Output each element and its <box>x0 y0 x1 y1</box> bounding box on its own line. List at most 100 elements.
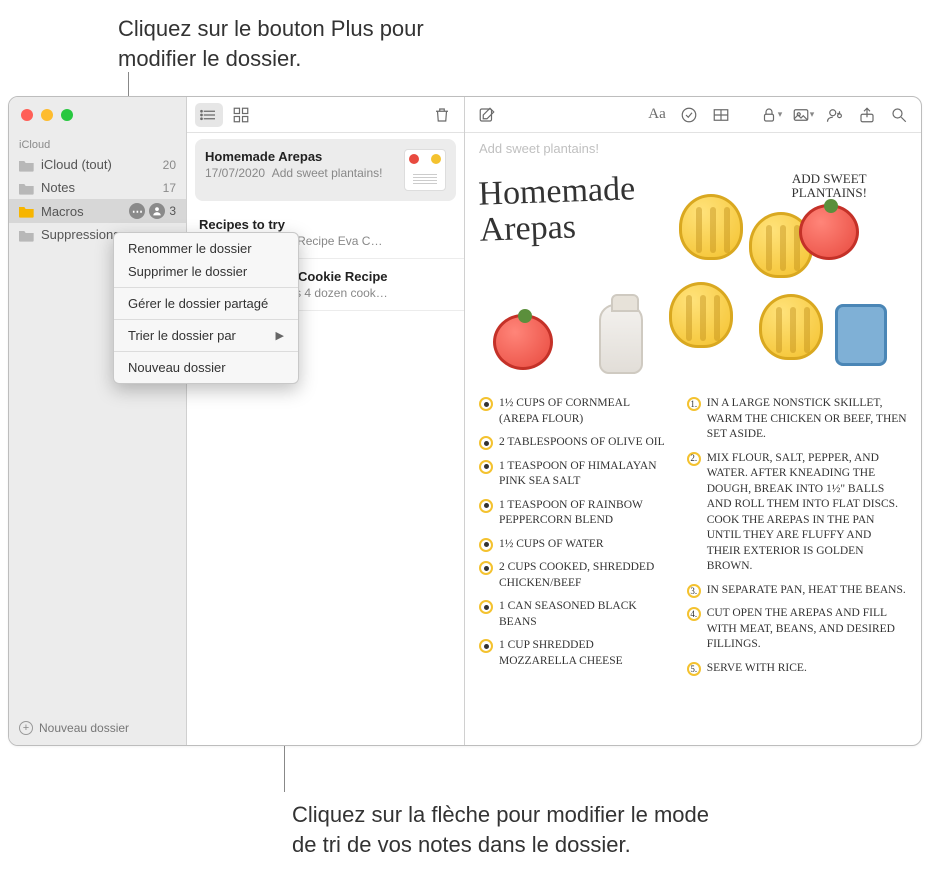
ingredient-item: 1½ cups of water <box>479 537 667 553</box>
step-item: 1.In a large nonstick skillet, warm the … <box>687 396 907 443</box>
table-icon <box>712 106 730 124</box>
menu-rename-folder[interactable]: Renommer le dossier <box>114 237 298 260</box>
trash-icon <box>433 106 451 124</box>
menu-separator <box>114 319 298 320</box>
chevron-right-icon: ▶ <box>276 329 284 342</box>
menu-separator <box>114 351 298 352</box>
format-icon: Aa <box>648 106 666 123</box>
chevron-down-icon: ▾ <box>778 109 783 120</box>
sidebar-item-notes[interactable]: Notes 17 <box>9 176 186 199</box>
step-number-icon: 4. <box>687 607 701 621</box>
sidebar: iCloud iCloud (tout) 20 Notes 17 Macros … <box>9 97 187 745</box>
checklist-button[interactable] <box>675 103 703 127</box>
grid-view-button[interactable] <box>227 103 255 127</box>
folder-icon <box>19 181 35 195</box>
compose-button[interactable] <box>473 103 501 127</box>
more-button[interactable]: ⋯ <box>129 203 145 219</box>
share-icon <box>858 106 876 124</box>
step-item: 3.In separate pan, heat the beans. <box>687 583 907 599</box>
minimize-window-button[interactable] <box>41 109 53 121</box>
step-item: 5.Serve with rice. <box>687 661 907 677</box>
chevron-down-icon: ▾ <box>810 109 815 120</box>
bullet-icon <box>479 639 493 653</box>
steps-list: 1.In a large nonstick skillet, warm the … <box>687 396 907 684</box>
step-number-icon: 3. <box>687 584 701 598</box>
lock-button[interactable]: ▾ <box>757 103 785 127</box>
pepper-drawing <box>759 294 823 360</box>
shaker-drawing <box>599 304 643 374</box>
ingredient-item: 1½ cups of cornmeal (arepa flour) <box>479 396 667 427</box>
pepper-drawing <box>679 194 743 260</box>
note-illustration: HomemadeArepas ADD SWEETPLANTAINS! <box>479 164 907 392</box>
menu-manage-shared-folder[interactable]: Gérer le dossier partagé <box>114 292 298 315</box>
media-button[interactable]: ▾ <box>789 103 817 127</box>
ingredient-item: 2 tablespoons of olive oil <box>479 435 667 451</box>
menu-item-label: Trier le dossier par <box>128 328 236 343</box>
annotation-top: Cliquez sur le bouton Plus pour modifier… <box>118 14 458 73</box>
bullet-icon <box>479 561 493 575</box>
note-thumbnail <box>404 149 446 191</box>
step-number-icon: 1. <box>687 397 701 411</box>
menu-new-folder[interactable]: Nouveau dossier <box>114 356 298 379</box>
sidebar-item-icloud-all[interactable]: iCloud (tout) 20 <box>9 153 186 176</box>
shared-icon <box>149 203 165 219</box>
note-subtitle: 17/07/2020 Add sweet plantains! <box>205 166 382 180</box>
note-content: Aa ▾ ▾ <box>465 97 921 745</box>
menu-delete-folder[interactable]: Supprimer le dossier <box>114 260 298 283</box>
collaborate-icon <box>826 106 844 124</box>
hand-title: HomemadeArepas <box>478 171 637 248</box>
sidebar-item-label: Notes <box>41 180 75 195</box>
pepper-drawing <box>669 282 733 348</box>
hand-annotation: ADD SWEETPLANTAINS! <box>791 172 867 201</box>
ingredient-item: 1 teaspoon of Himalayan pink sea salt <box>479 459 667 490</box>
note-canvas[interactable]: Add sweet plantains! HomemadeArepas ADD … <box>465 133 921 745</box>
checklist-icon <box>680 106 698 124</box>
list-view-button[interactable] <box>195 103 223 127</box>
folder-icon <box>19 228 35 242</box>
folder-icon <box>19 158 35 172</box>
annotation-bottom: Cliquez sur la flèche pour modifier le m… <box>292 800 712 859</box>
sidebar-item-label: Macros <box>41 204 84 219</box>
note-title: Recipes to try <box>199 217 389 232</box>
bullet-icon <box>479 538 493 552</box>
sidebar-item-count: 3 <box>169 204 176 218</box>
bullet-icon <box>479 397 493 411</box>
menu-sort-folder-by[interactable]: Trier le dossier par ▶ <box>114 324 298 347</box>
close-window-button[interactable] <box>21 109 33 121</box>
share-button[interactable] <box>853 103 881 127</box>
zoom-window-button[interactable] <box>61 109 73 121</box>
window-controls <box>9 97 186 133</box>
step-item: 4.Cut open the arepas and fill with meat… <box>687 606 907 653</box>
search-icon <box>890 106 908 124</box>
table-button[interactable] <box>707 103 735 127</box>
bullet-icon <box>479 460 493 474</box>
list-icon <box>200 106 218 124</box>
sidebar-item-label: iCloud (tout) <box>41 157 112 172</box>
ingredient-list: 1½ cups of cornmeal (arepa flour) 2 table… <box>479 396 667 684</box>
ingredient-item: 1 cup shredded mozzarella cheese <box>479 638 667 669</box>
bullet-icon <box>479 600 493 614</box>
bullet-icon <box>479 499 493 513</box>
folder-shared-icon <box>19 204 35 218</box>
sidebar-item-count: 17 <box>163 181 176 195</box>
plus-icon: + <box>19 721 33 735</box>
sidebar-item-count: 20 <box>163 158 176 172</box>
sidebar-item-macros[interactable]: Macros ⋯ 3 <box>9 199 186 223</box>
recipe-columns: 1½ cups of cornmeal (arepa flour) 2 table… <box>479 396 907 684</box>
collaborate-button[interactable] <box>821 103 849 127</box>
search-button[interactable] <box>885 103 913 127</box>
new-folder-label: Nouveau dossier <box>39 721 129 735</box>
photo-icon <box>792 106 810 124</box>
content-toolbar: Aa ▾ ▾ <box>465 97 921 133</box>
delete-note-button[interactable] <box>428 103 456 127</box>
new-folder-button[interactable]: + Nouveau dossier <box>9 711 186 745</box>
lock-icon <box>760 106 778 124</box>
ingredient-item: 1 teaspoon of rainbow peppercorn blend <box>479 498 667 529</box>
menu-separator <box>114 287 298 288</box>
note-list: Homemade Arepas 17/07/2020 Add sweet pla… <box>187 97 465 745</box>
note-title: Homemade Arepas <box>205 149 382 164</box>
step-item: 2.Mix flour, salt, pepper, and water. Af… <box>687 451 907 575</box>
sidebar-item-label: Suppressions <box>41 227 120 242</box>
format-button[interactable]: Aa <box>643 103 671 127</box>
note-row-selected[interactable]: Homemade Arepas 17/07/2020 Add sweet pla… <box>195 139 456 201</box>
